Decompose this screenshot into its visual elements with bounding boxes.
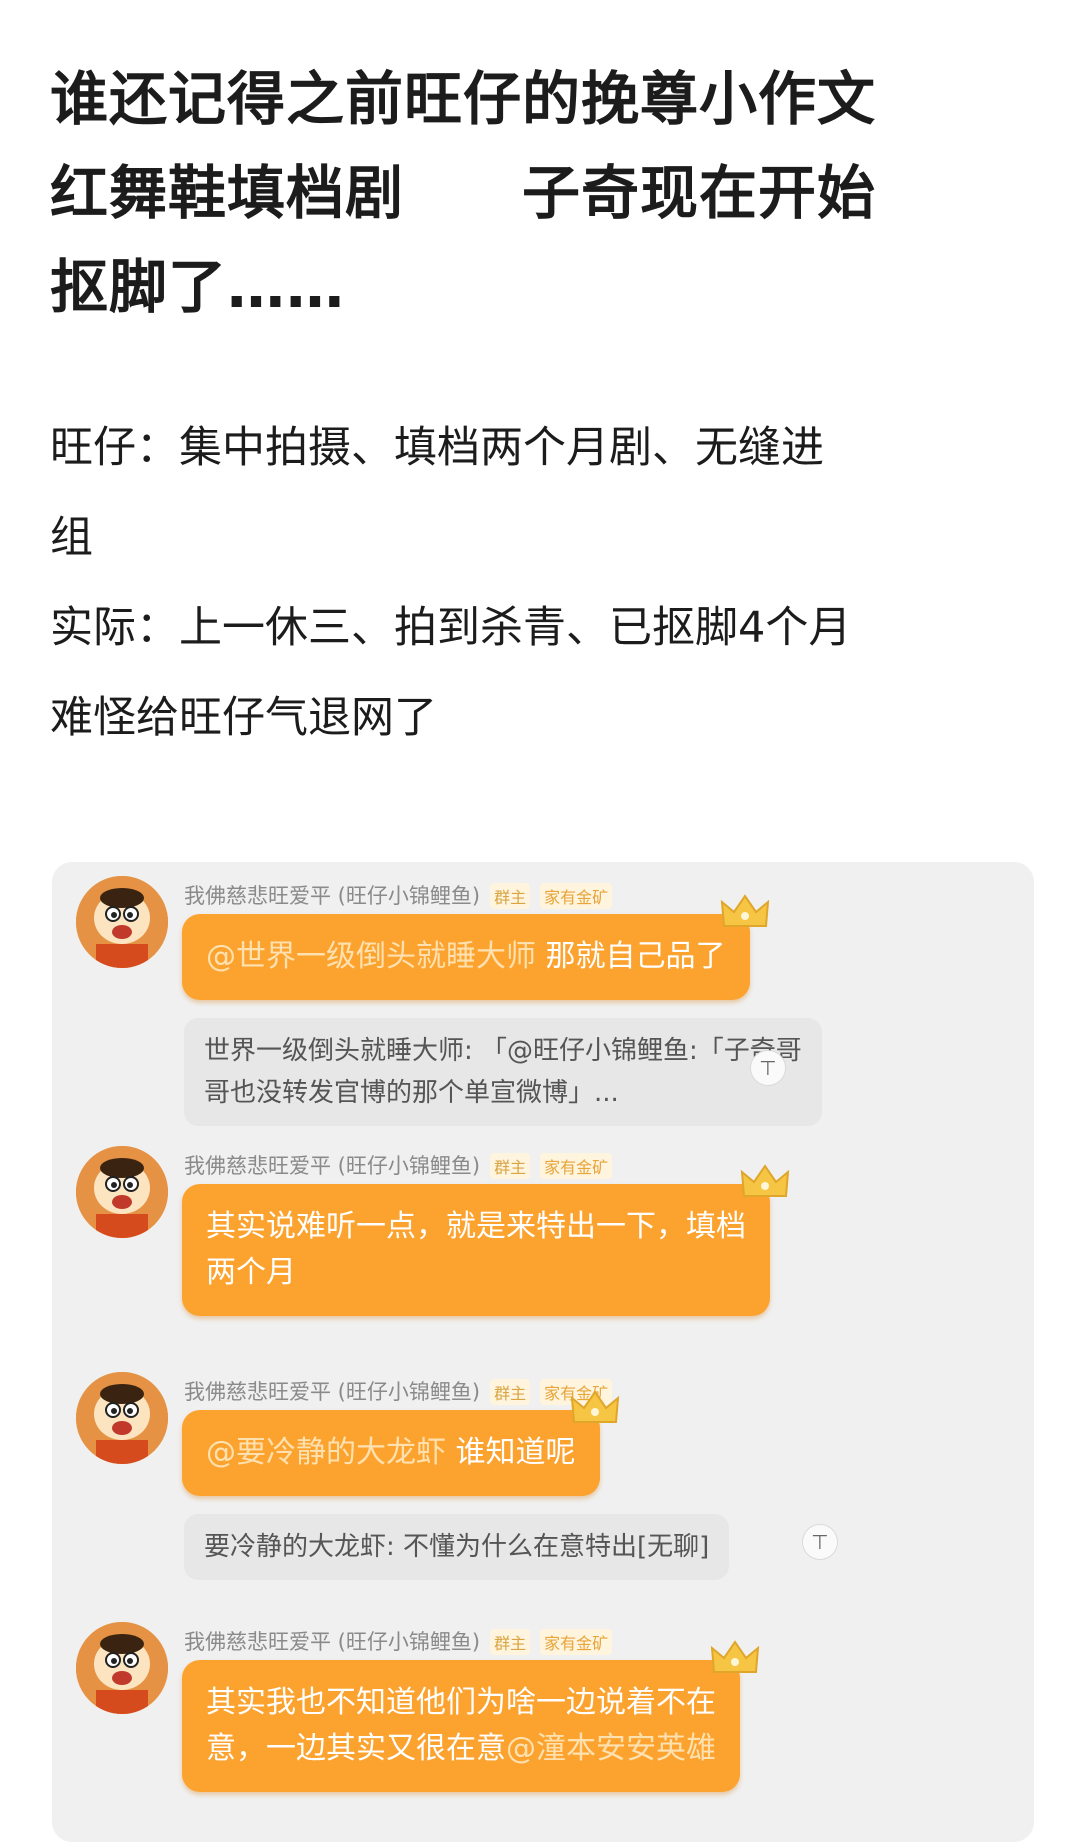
avatar[interactable]	[76, 1146, 168, 1238]
body-line-3: 实际：上一休三、拍到杀青、已抠脚4个月	[50, 603, 852, 653]
sender-row: 我佛慈悲旺爱平 (旺仔小锦鲤鱼) 群主 家有金矿	[184, 1626, 613, 1656]
mention-link[interactable]: @要冷静的大龙虾	[206, 1435, 446, 1470]
quote-line: 哥也没转发官博的那个单宣微博」...	[204, 1078, 619, 1108]
sender-name[interactable]: 我佛慈悲旺爱平 (旺仔小锦鲤鱼)	[184, 1380, 480, 1404]
owner-badge: 群主	[490, 1629, 531, 1655]
gold-badge: 家有金矿	[540, 1629, 613, 1655]
avatar[interactable]	[76, 1622, 168, 1714]
avatar[interactable]	[76, 876, 168, 968]
gold-badge: 家有金矿	[540, 883, 613, 909]
crown-icon	[740, 1164, 790, 1197]
title-line-2: 红舞鞋填档剧 子奇现在开始	[50, 146, 1040, 240]
post-title: 谁还记得之前旺仔的挽尊小作文 红舞鞋填档剧 子奇现在开始 抠脚了……	[50, 52, 1040, 334]
crown-icon	[570, 1390, 619, 1423]
owner-badge: 群主	[490, 1153, 531, 1179]
message-text: 其实说难听一点，就是来特出一下，填档	[206, 1209, 746, 1244]
owner-badge: 群主	[490, 883, 531, 909]
sender-name[interactable]: 我佛慈悲旺爱平 (旺仔小锦鲤鱼)	[184, 1630, 480, 1654]
body-line-2: 组	[50, 513, 93, 563]
message-text: 两个月	[206, 1255, 296, 1290]
fold-icon[interactable]: ⊤	[802, 1524, 838, 1560]
message-text: 意，一边其实又很在意	[206, 1731, 506, 1766]
crown-icon	[720, 894, 769, 927]
sender-name[interactable]: 我佛慈悲旺爱平 (旺仔小锦鲤鱼)	[184, 884, 480, 908]
message-text: 那就自己品了	[536, 939, 726, 974]
gold-badge: 家有金矿	[540, 1153, 613, 1179]
body-line-4: 难怪给旺仔气退网了	[50, 693, 437, 743]
sender-name[interactable]: 我佛慈悲旺爱平 (旺仔小锦鲤鱼)	[184, 1154, 480, 1178]
message-bubble[interactable]: @世界一级倒头就睡大师 那就自己品了	[182, 894, 769, 1000]
post-body: 旺仔：集中拍摄、填档两个月剧、无缝进 组 实际：上一休三、拍到杀青、已抠脚4个月…	[50, 403, 1040, 763]
wangzai-avatar-icon	[76, 1622, 168, 1714]
fold-icon[interactable]: ⊤	[750, 1050, 786, 1086]
sender-row: 我佛慈悲旺爱平 (旺仔小锦鲤鱼) 群主 家有金矿	[184, 1150, 613, 1180]
message-bubble[interactable]: 其实我也不知道他们为啥一边说着不在 意，一边其实又很在意@潼本安安英雄	[182, 1640, 760, 1792]
quote-line: 世界一级倒头就睡大师: 「@旺仔小锦鲤鱼:「子奇哥	[204, 1036, 802, 1066]
message-bubble[interactable]: @要冷静的大龙虾 谁知道呢	[182, 1390, 619, 1496]
quote-line: 要冷静的大龙虾: 不懂为什么在意特出[无聊]	[204, 1532, 710, 1562]
wangzai-avatar-icon	[76, 1146, 168, 1238]
title-line-1: 谁还记得之前旺仔的挽尊小作文	[50, 65, 877, 133]
body-line-1: 旺仔：集中拍摄、填档两个月剧、无缝进	[50, 423, 824, 473]
message-text: 谁知道呢	[446, 1435, 576, 1470]
sender-row: 我佛慈悲旺爱平 (旺仔小锦鲤鱼) 群主 家有金矿	[184, 880, 613, 910]
title-line-3: 抠脚了……	[50, 253, 346, 321]
owner-badge: 群主	[490, 1379, 531, 1405]
avatar[interactable]	[76, 1372, 168, 1464]
wangzai-avatar-icon	[76, 1372, 168, 1464]
title-line-2a: 红舞鞋填档剧	[50, 159, 405, 227]
quote-box[interactable]: 要冷静的大龙虾: 不懂为什么在意特出[无聊]	[184, 1514, 730, 1580]
quote-box[interactable]: 世界一级倒头就睡大师: 「@旺仔小锦鲤鱼:「子奇哥 哥也没转发官博的那个单宣微博…	[184, 1018, 822, 1126]
chat-screenshot: 我佛慈悲旺爱平 (旺仔小锦鲤鱼) 群主 家有金矿 @世界一级倒头就睡大师 那就自己品…	[52, 862, 1034, 1842]
mention-link[interactable]: @世界一级倒头就睡大师	[206, 939, 536, 974]
message-bubble[interactable]: 其实说难听一点，就是来特出一下，填档 两个月	[182, 1164, 790, 1316]
mention-link[interactable]: @潼本安安英雄	[506, 1731, 716, 1766]
message-text: 其实我也不知道他们为啥一边说着不在	[206, 1685, 716, 1720]
crown-icon	[710, 1640, 760, 1673]
title-line-2b: 子奇现在开始	[522, 159, 877, 227]
sender-row: 我佛慈悲旺爱平 (旺仔小锦鲤鱼) 群主 家有金矿	[184, 1376, 613, 1406]
wangzai-avatar-icon	[76, 876, 168, 968]
